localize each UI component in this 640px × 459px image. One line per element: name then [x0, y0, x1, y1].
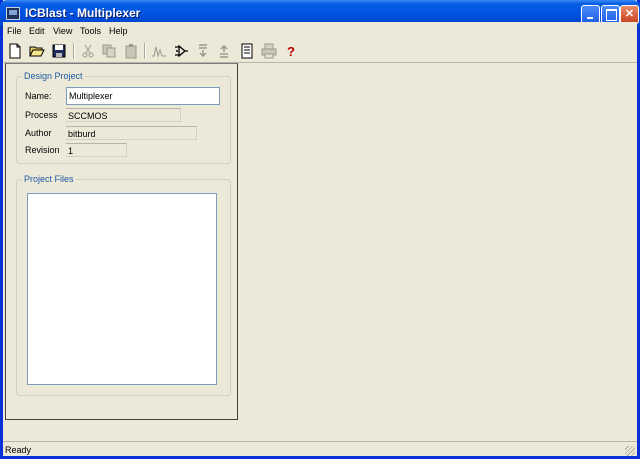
cut-icon[interactable] — [80, 43, 96, 59]
design-project-group: Design Project Name: Multiplexer Process… — [16, 71, 231, 164]
menu-help[interactable]: Help — [109, 26, 128, 36]
import-icon[interactable] — [195, 43, 211, 59]
menu-file[interactable]: File — [7, 26, 22, 36]
app-window: ICBlast - Multiplexer ✕ File Edit View T… — [0, 0, 640, 459]
author-field: bitburd — [66, 126, 197, 140]
toolbar-separator — [73, 43, 75, 59]
menu-tools[interactable]: Tools — [80, 26, 101, 36]
help-icon[interactable]: ? — [283, 43, 299, 59]
document-icon[interactable] — [239, 43, 255, 59]
export-icon[interactable] — [216, 43, 232, 59]
project-files-title: Project Files — [22, 174, 76, 184]
process-field: SCCMOS — [66, 108, 181, 122]
close-icon: ✕ — [624, 8, 635, 20]
waveform-icon[interactable] — [151, 43, 167, 59]
minimize-icon — [587, 17, 593, 19]
name-label: Name: — [25, 91, 52, 101]
schematic-icon[interactable] — [173, 43, 189, 59]
copy-icon[interactable] — [101, 43, 117, 59]
save-icon[interactable] — [51, 43, 67, 59]
author-label: Author — [25, 128, 52, 138]
svg-text:?: ? — [287, 44, 295, 59]
app-icon — [6, 7, 20, 20]
menu-bar: File Edit View Tools Help — [3, 22, 637, 40]
new-file-icon[interactable] — [7, 43, 23, 59]
toolbar-separator — [144, 43, 146, 59]
resize-grip[interactable] — [625, 446, 635, 456]
status-bar: Ready — [3, 441, 637, 457]
status-text: Ready — [5, 445, 32, 455]
menu-view[interactable]: View — [53, 26, 72, 36]
open-folder-icon[interactable] — [29, 43, 45, 59]
menu-edit[interactable]: Edit — [29, 26, 45, 36]
revision-label: Revision — [25, 145, 60, 155]
project-files-list[interactable] — [27, 193, 217, 385]
revision-field: 1 — [66, 143, 127, 157]
print-icon[interactable] — [261, 43, 277, 59]
toolbar: ? — [3, 40, 637, 63]
name-field[interactable]: Multiplexer — [66, 87, 220, 105]
process-label: Process — [25, 110, 58, 120]
design-project-title: Design Project — [22, 71, 85, 81]
paste-icon[interactable] — [123, 43, 139, 59]
maximize-icon — [606, 9, 617, 21]
window-title: ICBlast - Multiplexer — [25, 6, 141, 20]
project-files-group: Project Files — [16, 174, 231, 396]
project-panel: Design Project Name: Multiplexer Process… — [5, 63, 238, 420]
